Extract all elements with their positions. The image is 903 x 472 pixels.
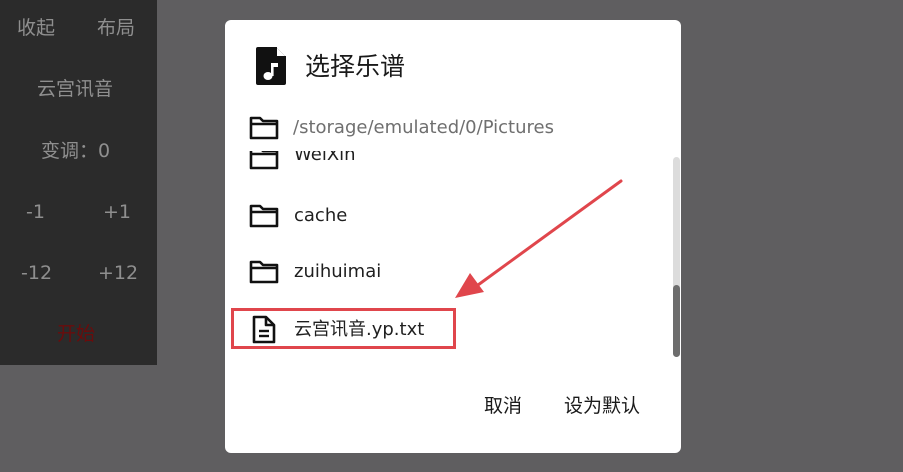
transpose-value: 变调：0	[41, 140, 111, 162]
start-button[interactable]: 开始	[57, 322, 95, 346]
cancel-button[interactable]: 取消	[484, 392, 522, 420]
folder-icon	[249, 260, 279, 284]
file-chooser-dialog: 选择乐谱 /storage/emulated/0/Pictures WeiXin…	[225, 20, 681, 453]
minus-12-button[interactable]: -12	[21, 261, 52, 285]
item-label: cache	[294, 205, 348, 226]
control-panel: 收起 布局 云宫讯音 变调：0 -1 +1 -12 +12 开始	[0, 0, 157, 365]
folder-icon	[249, 151, 279, 170]
path-text: /storage/emulated/0/Pictures	[293, 117, 554, 138]
folder-icon	[249, 204, 279, 228]
minus-1-button[interactable]: -1	[26, 200, 45, 224]
highlight-box	[231, 308, 456, 349]
plus-1-button[interactable]: +1	[103, 200, 131, 224]
song-name: 云宫讯音	[37, 78, 114, 100]
item-label: WeiXin	[294, 151, 356, 165]
music-file-icon	[256, 47, 286, 85]
set-default-button[interactable]: 设为默认	[564, 392, 640, 420]
plus-12-button[interactable]: +12	[98, 261, 138, 285]
dialog-title: 选择乐谱	[305, 52, 406, 81]
collapse-button[interactable]: 收起	[17, 16, 55, 40]
item-label: zuihuimai	[294, 261, 382, 282]
layout-button[interactable]: 布局	[97, 16, 135, 40]
folder-icon	[249, 116, 279, 140]
scrollbar-thumb[interactable]	[673, 285, 680, 357]
